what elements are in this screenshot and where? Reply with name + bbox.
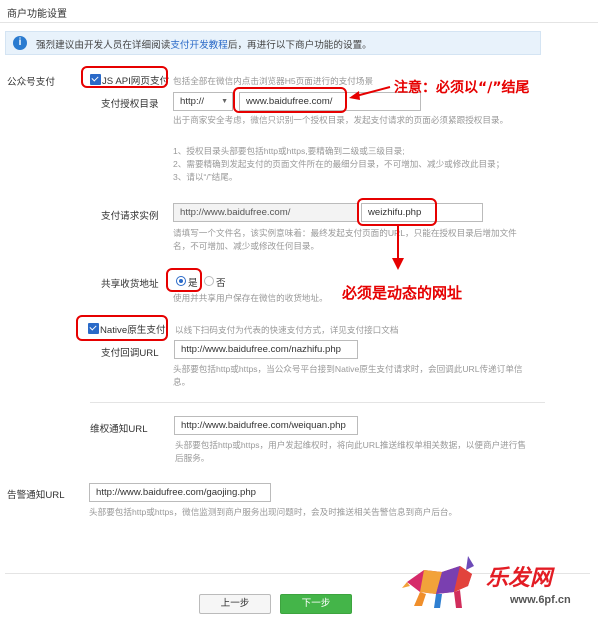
rights-hint-1: 头部要包括http或https，用户发起维权时，将向此URL推送维权单相关数据，… [175, 440, 526, 450]
auth-hint-4: 3、请以“/”结尾。 [173, 172, 238, 182]
rights-hint-2: 后服务。 [175, 453, 210, 463]
note-dynamic-url: 必须是动态的网址 [342, 284, 463, 302]
arrow-note-1 [349, 86, 391, 100]
share-hint: 使用并共享用户保存在微信的收货地址。 [173, 293, 328, 303]
info-icon: i [13, 36, 27, 50]
alert-url-input[interactable]: http://www.baidufree.com/gaojing.php [89, 483, 271, 502]
alert-hint: 头部要包括http或https，微信监测到商户服务出现问题时，会及时推送相关告警… [89, 507, 458, 517]
callback-url-label: 支付回调URL [101, 348, 159, 359]
brand-name: 乐发网 [486, 565, 553, 591]
prev-step-button[interactable]: 上一步 [199, 594, 271, 614]
dev-tutorial-link[interactable]: 支付开发教程 [170, 40, 228, 51]
notice-text: 强烈建议由开发人员在详细阅读支付开发教程后，再进行以下商户功能的设置。 [36, 40, 372, 51]
share-address-label: 共享收货地址 [101, 279, 159, 290]
auth-hint-3: 2、需要精确到发起支付的页面文件所在的最细分目录，不可增加、减少或修改此目录； [173, 159, 505, 169]
jsapi-highlight [81, 66, 168, 88]
request-example-label: 支付请求实例 [101, 211, 159, 222]
request-file-highlight [357, 198, 437, 226]
chevron-down-icon: ▼ [221, 98, 228, 105]
native-highlight [76, 315, 168, 341]
alert-url-label: 告警通知URL [7, 490, 65, 501]
notice-bar: i 强烈建议由开发人员在详细阅读支付开发教程后，再进行以下商户功能的设置。 [5, 31, 541, 55]
request-hint-2: 名，不可增加、减少或修改任何目录。 [173, 241, 320, 251]
auth-hint-1: 出于商家安全考虑，微信只识别一个授权目录，发起支付请求的页面必须紧跟授权目录。 [173, 115, 509, 125]
section-public-label: 公众号支付 [7, 77, 55, 88]
arrow-note-2 [392, 226, 404, 270]
request-hint-1: 请填写一个文件名，该实例意味着：最终发起支付页面的URL，只能在授权目录后增加文… [173, 228, 517, 238]
next-step-button[interactable]: 下一步 [280, 594, 352, 614]
rights-url-input[interactable]: http://www.baidufree.com/weiquan.php [174, 416, 358, 435]
auth-dir-highlight [233, 87, 347, 113]
header-divider [0, 22, 598, 23]
share-yes-highlight [166, 268, 202, 292]
auth-dir-label: 支付授权目录 [101, 99, 159, 110]
protocol-select[interactable]: http:// ▼ [173, 92, 233, 111]
section-divider [90, 402, 545, 403]
native-desc: 以线下扫码支付为代表的快速支付方式，详见支付接口文档 [175, 325, 399, 335]
callback-url-input[interactable]: http://www.baidufree.com/nazhifu.php [174, 340, 358, 359]
bull-logo [402, 556, 474, 608]
callback-hint-2: 息。 [173, 377, 191, 387]
callback-hint-1: 头部要包括http或https，当公众号平台接到Native原生支付请求时，会回… [173, 364, 523, 374]
request-prefix: http://www.baidufree.com/ [173, 203, 359, 222]
rights-url-label: 维权通知URL [90, 424, 148, 435]
auth-hint-2: 1、授权目录头部要包括http或https,要精确到二级或三级目录; [173, 146, 405, 156]
share-no-radio[interactable] [204, 276, 214, 286]
brand-url: www.6pf.cn [510, 594, 571, 606]
share-no-label[interactable]: 否 [216, 275, 226, 289]
page-title: 商户功能设置 [7, 9, 67, 20]
note-slash-ending: 注意：必须以“/”结尾 [394, 80, 530, 96]
